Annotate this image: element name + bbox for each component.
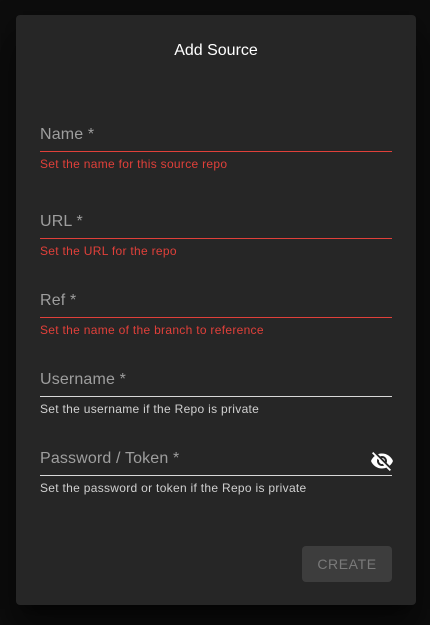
name-input[interactable] [40,125,392,151]
create-button[interactable]: CREATE [302,546,392,582]
username-input[interactable] [40,370,392,396]
add-source-dialog: Add Source Name * Set the name for this … [16,15,416,605]
username-underline [40,396,392,397]
password-input[interactable] [40,449,360,475]
dialog-title: Add Source [174,42,258,59]
url-input[interactable] [40,212,392,238]
ref-input[interactable] [40,291,392,317]
password-underline [40,475,392,476]
ref-underline [40,317,392,318]
url-underline [40,238,392,239]
name-underline [40,151,392,152]
ref-helper-text: Set the name of the branch to reference [40,323,264,337]
visibility-off-icon[interactable] [368,447,396,475]
name-helper-text: Set the name for this source repo [40,157,228,171]
password-helper-text: Set the password or token if the Repo is… [40,481,307,495]
username-helper-text: Set the username if the Repo is private [40,402,260,416]
url-helper-text: Set the URL for the repo [40,244,177,258]
